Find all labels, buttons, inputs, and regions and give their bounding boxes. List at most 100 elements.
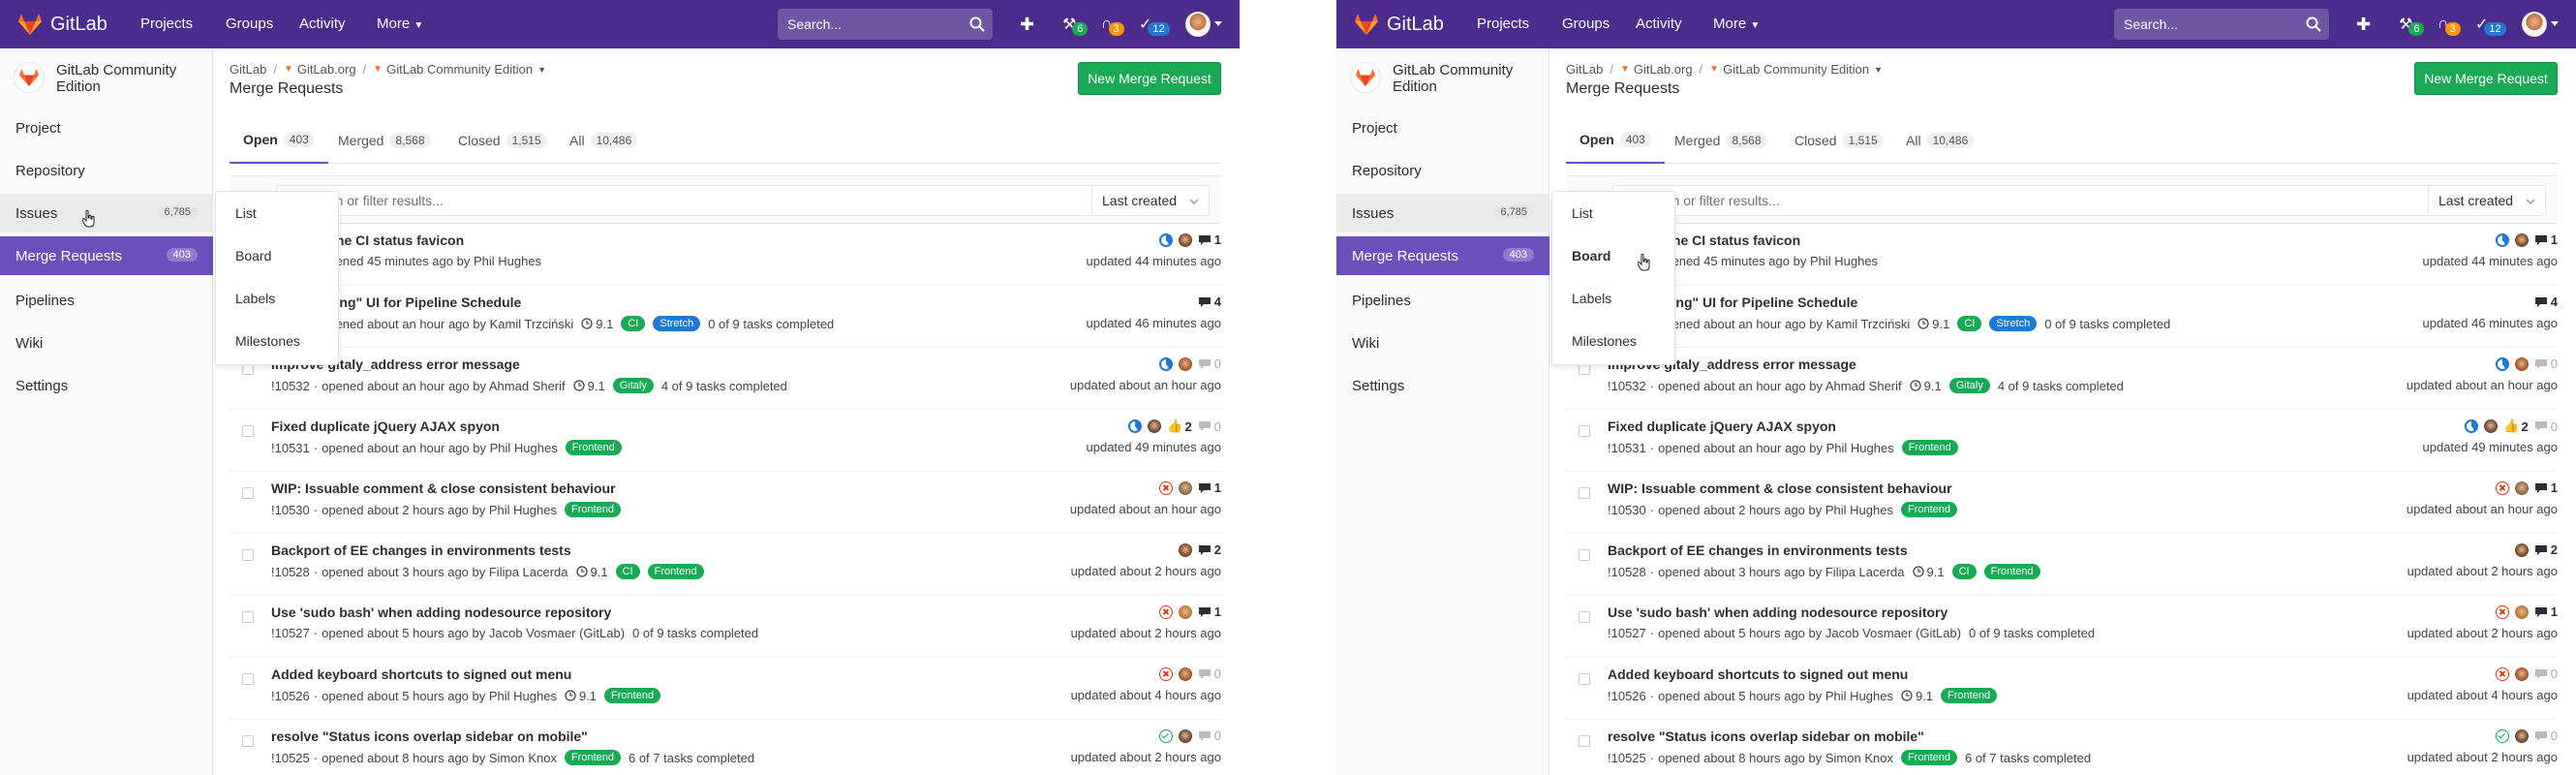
ci-status-running-icon[interactable] [1158, 356, 1173, 371]
merge-request-ref[interactable]: !10526 [271, 689, 310, 703]
merge-request-ref[interactable]: !10525 [271, 751, 310, 765]
breadcrumb-project[interactable]: GitLab Community Edition [1723, 62, 1869, 77]
comments[interactable]: 0 [1198, 728, 1221, 743]
sidebar-item-issues[interactable]: Issues 6,785 [1336, 194, 1549, 232]
breadcrumb-gitlab[interactable]: GitLab [230, 62, 266, 77]
merge-request-title[interactable]: WIP: Issuable comment & close consistent… [271, 480, 616, 496]
milestone[interactable]: 9.1 [1901, 689, 1933, 703]
comments[interactable]: 2 [2534, 542, 2558, 557]
assignee-avatar[interactable] [2514, 480, 2529, 495]
user-avatar[interactable] [1185, 12, 1211, 37]
merge-request-ref[interactable]: !10526 [1608, 689, 1646, 703]
comments[interactable]: 0 [2534, 419, 2558, 434]
merge-request-title[interactable]: Fixed duplicate jQuery AJAX spyon [271, 418, 500, 434]
ci-status-failed-icon[interactable] [1158, 604, 1173, 619]
label-badge[interactable]: Frontend [1901, 440, 1958, 455]
tab-open[interactable]: Open 403 [230, 116, 328, 164]
row-checkbox[interactable] [1579, 735, 1590, 747]
merge-request-ref[interactable]: !10530 [1608, 503, 1646, 517]
comments[interactable]: 1 [1198, 232, 1221, 247]
assignee-avatar[interactable] [2514, 604, 2529, 619]
flyout-item-board[interactable]: Board [1552, 234, 1674, 277]
nav-more[interactable]: More ▼ [1713, 16, 1760, 32]
row-checkbox[interactable] [1579, 425, 1590, 437]
row-checkbox[interactable] [242, 735, 254, 747]
comments[interactable]: 0 [2534, 356, 2558, 371]
merge-request-ref[interactable]: !10532 [271, 379, 310, 393]
label-badge[interactable]: Frontend [564, 750, 621, 765]
ci-status-failed-icon[interactable] [2495, 480, 2509, 495]
assignee-avatar[interactable] [2514, 728, 2529, 743]
assignee-avatar[interactable] [1178, 480, 1192, 495]
comments[interactable]: 0 [2534, 666, 2558, 681]
label-badge[interactable]: Gitaly [612, 378, 654, 393]
caret-down-icon[interactable] [1214, 21, 1222, 26]
assignee-avatar[interactable] [2514, 232, 2529, 247]
comments[interactable]: 2 [1198, 542, 1221, 557]
comments[interactable]: 0 [1198, 356, 1221, 371]
tab-all[interactable]: All 10,486 [1906, 116, 1975, 164]
label-badge[interactable]: CI [1951, 564, 1977, 579]
label-badge[interactable]: Frontend [1941, 688, 1998, 703]
label-badge[interactable]: CI [615, 564, 640, 579]
comments[interactable]: 1 [1198, 480, 1221, 495]
nav-activity[interactable]: Activity [299, 16, 346, 32]
sidebar-item-merge-requests[interactable]: Merge Requests 403 [0, 236, 213, 275]
ci-status-failed-icon[interactable] [2495, 666, 2509, 681]
ci-status-failed-icon[interactable] [2495, 604, 2509, 619]
project-header[interactable]: GitLab Community Edition [1350, 62, 1544, 95]
merge-request-title[interactable]: Added keyboard shortcuts to signed out m… [1608, 666, 1908, 682]
row-checkbox[interactable] [242, 611, 254, 623]
ci-status-success-icon[interactable] [2495, 728, 2509, 743]
label-badge[interactable]: Stretch [653, 316, 701, 331]
merge-requests-link[interactable]: ✓ 12 [2475, 12, 2506, 37]
sidebar-item-settings[interactable]: Settings [0, 366, 213, 405]
assignee-avatar[interactable] [1178, 542, 1192, 557]
ci-status-running-icon[interactable] [2465, 419, 2479, 433]
flyout-item-labels[interactable]: Labels [1552, 277, 1674, 320]
flyout-item-milestones[interactable]: Milestones [216, 320, 338, 362]
flyout-item-milestones[interactable]: Milestones [1552, 320, 1674, 362]
chevron-down-icon[interactable]: ▼ [537, 65, 546, 75]
sidebar-item-repository[interactable]: Repository [1336, 151, 1549, 190]
assignee-avatar[interactable] [1178, 356, 1192, 371]
merge-request-title[interactable]: Use 'sudo bash' when adding nodesource r… [271, 604, 611, 620]
new-merge-request-button[interactable]: New Merge Request [2414, 62, 2558, 95]
plus-icon[interactable]: ✚ [1020, 12, 1034, 37]
sidebar-item-repository[interactable]: Repository [0, 151, 213, 190]
ci-status-success-icon[interactable] [1158, 728, 1173, 743]
ci-status-running-icon[interactable] [2495, 356, 2509, 371]
assignee-avatar[interactable] [2514, 542, 2529, 557]
milestone[interactable]: 9.1 [572, 379, 605, 393]
sidebar-item-project[interactable]: Project [0, 108, 213, 147]
nav-groups[interactable]: Groups [226, 16, 273, 32]
filter-search-input[interactable] [276, 185, 1104, 216]
plus-icon[interactable]: ✚ [2356, 12, 2371, 37]
row-checkbox[interactable] [242, 549, 254, 561]
gitlab-logo[interactable]: GitLab [17, 12, 107, 37]
comments[interactable]: 1 [1198, 604, 1221, 619]
comments[interactable]: 0 [1198, 419, 1221, 434]
sidebar-item-settings[interactable]: Settings [1336, 366, 1549, 405]
ci-status-running-icon[interactable] [1158, 232, 1173, 247]
assignee-avatar[interactable] [1178, 604, 1192, 619]
assignee-avatar[interactable] [1178, 232, 1192, 247]
issues-link[interactable]: ∩ 3 [1101, 12, 1124, 37]
label-badge[interactable]: Frontend [604, 688, 661, 703]
row-checkbox[interactable] [1579, 549, 1590, 561]
merge-request-title[interactable]: Added keyboard shortcuts to signed out m… [271, 666, 571, 682]
merge-request-ref[interactable]: !10531 [271, 441, 310, 455]
merge-request-title[interactable]: WIP: Issuable comment & close consistent… [1608, 480, 1952, 496]
merge-request-title[interactable]: Backport of EE changes in environments t… [271, 542, 571, 558]
global-search-input[interactable] [778, 9, 952, 40]
comments[interactable]: 1 [2534, 480, 2558, 495]
breadcrumb-gitlab-org[interactable]: GitLab.org [1634, 62, 1693, 77]
tab-all[interactable]: All 10,486 [569, 116, 638, 164]
todos-link[interactable]: ⚒ 6 [2399, 12, 2425, 37]
sort-dropdown[interactable]: Last created [1091, 185, 1210, 216]
merge-request-ref[interactable]: !10532 [1608, 379, 1646, 393]
sidebar-item-project[interactable]: Project [1336, 108, 1549, 147]
assignee-avatar[interactable] [1178, 728, 1192, 743]
milestone[interactable]: 9.1 [565, 689, 597, 703]
label-badge[interactable]: Frontend [1900, 502, 1957, 517]
